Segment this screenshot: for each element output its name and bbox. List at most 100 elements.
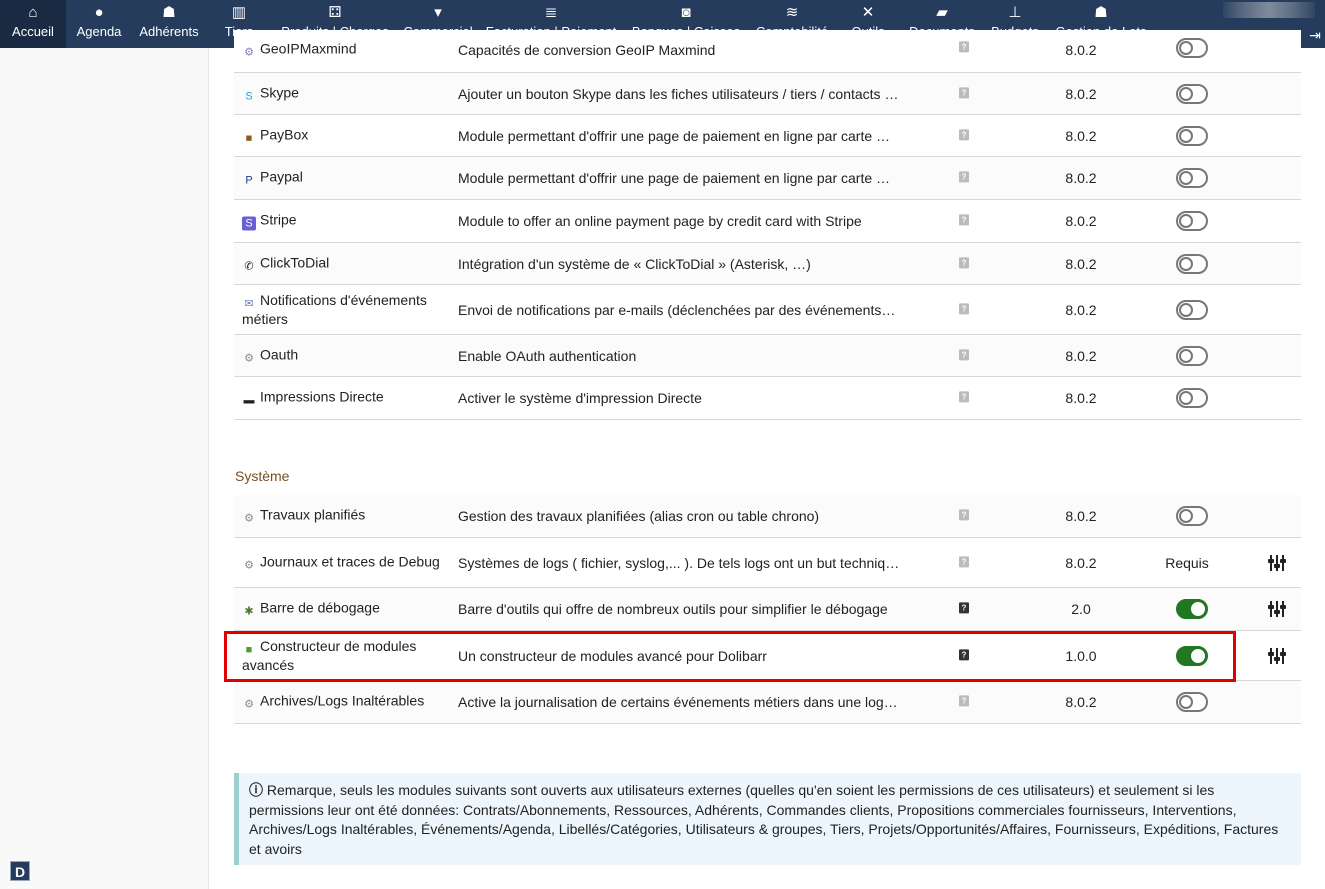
printer-icon: ▬ xyxy=(243,394,255,407)
building-icon: ▥ xyxy=(231,4,247,21)
dolibarr-logo[interactable]: D xyxy=(10,861,30,881)
menu-item-adh-rents[interactable]: ☗ Adhérents xyxy=(132,0,206,48)
home-icon: ⌂ xyxy=(28,4,38,21)
module-toggle[interactable] xyxy=(1176,345,1208,366)
safe-icon: ◙ xyxy=(681,4,691,21)
module-version: 1.0.0 xyxy=(1065,647,1097,664)
module-name: ⚙ GeoIPMaxmind xyxy=(242,41,442,60)
module-row: ■ PayBox Module permettant d'offrir une pa… xyxy=(234,115,1301,157)
module-name: ✉ Notifications d'événements métiers xyxy=(242,291,427,327)
help-icon[interactable]: ? xyxy=(959,256,969,268)
module-name: ⚙ Oauth xyxy=(242,346,442,365)
module-description: Barre d'outils qui offre de nombreux out… xyxy=(458,601,888,617)
module-row: ⚙ Archives/Logs Inaltérables Active la jou… xyxy=(234,681,1301,724)
module-row: S Skype Ajouter un bouton Skype dans les f… xyxy=(234,73,1301,115)
gear-icon: ⚙ xyxy=(244,512,254,525)
help-icon[interactable]: ? xyxy=(959,555,969,567)
module-version: 8.0.2 xyxy=(1065,170,1097,186)
module-name: ✱ Barre de débogage xyxy=(242,600,442,619)
setup-icon[interactable] xyxy=(1268,554,1286,571)
module-toggle[interactable] xyxy=(1176,692,1208,712)
module-row-partial: ⚙ GeoIPMaxmind Capacités de conversion Ge… xyxy=(234,30,1301,73)
module-row: ⚙ Travaux planifiés Gestion des travaux pl… xyxy=(234,495,1301,538)
members-icon: ☗ xyxy=(162,4,176,21)
setup-icon[interactable] xyxy=(1268,647,1286,664)
module-toggle[interactable] xyxy=(1176,299,1208,320)
module-name: ⚙ Travaux planifiés xyxy=(242,507,442,526)
logout-icon[interactable]: ⇥ xyxy=(1306,26,1324,44)
module-description: Enable OAuth authentication xyxy=(458,347,637,364)
module-version: 8.0.2 xyxy=(1065,390,1097,406)
module-row: ⚙ Journaux et traces de Debug Systèmes de … xyxy=(234,538,1301,588)
info-note: ⓘ Remarque, seuls les modules suivants s… xyxy=(234,773,1301,865)
sitemap-icon: ⊥ xyxy=(1008,4,1022,21)
module-version: 8.0.2 xyxy=(1065,508,1097,524)
module-toggle[interactable] xyxy=(1176,645,1208,666)
module-version: 8.0.2 xyxy=(1065,42,1097,58)
help-icon[interactable]: ? xyxy=(959,695,969,707)
module-toggle[interactable] xyxy=(1176,253,1208,274)
module-toggle[interactable] xyxy=(1176,83,1208,104)
help-icon[interactable]: ? xyxy=(959,648,969,660)
left-sidebar: D xyxy=(0,48,209,889)
money-icon: ≣ xyxy=(544,4,558,21)
help-icon[interactable]: ? xyxy=(959,41,969,53)
module-version: 8.0.2 xyxy=(1065,213,1097,229)
skype-icon: S xyxy=(245,90,253,102)
module-description: Module permettant d'offrir une page de p… xyxy=(458,127,891,144)
module-toggle[interactable] xyxy=(1176,599,1208,619)
tools-icon: ✕ xyxy=(861,4,875,21)
menu-item-agenda[interactable]: ● Agenda xyxy=(66,0,132,48)
module-row: ✉ Notifications d'événements métiers Envoi… xyxy=(234,285,1301,335)
setup-icon[interactable] xyxy=(1268,601,1286,617)
help-icon[interactable]: ? xyxy=(959,391,969,403)
notification-icon: ✉ xyxy=(244,297,254,310)
module-toggle[interactable] xyxy=(1176,168,1208,188)
stripe-icon: S xyxy=(242,216,256,231)
help-icon[interactable]: ? xyxy=(959,86,969,98)
module-row: P Paypal Module permettant d'offrir une pa… xyxy=(234,157,1301,200)
module-name: ⚙ Archives/Logs Inaltérables xyxy=(242,693,442,712)
user-name-blurred[interactable] xyxy=(1223,2,1315,18)
required-label: Requis xyxy=(1165,554,1209,571)
module-toggle[interactable] xyxy=(1176,211,1208,231)
help-icon[interactable]: ? xyxy=(959,509,969,521)
cube-icon: ■ xyxy=(245,643,253,656)
help-icon[interactable]: ? xyxy=(959,602,969,614)
phone-icon: ✆ xyxy=(244,260,254,272)
module-version: 8.0.2 xyxy=(1065,127,1097,144)
module-description: Capacités de conversion GeoIP Maxmind xyxy=(458,42,716,58)
module-description: Gestion des travaux planifiées (alias cr… xyxy=(458,508,820,524)
module-toggle[interactable] xyxy=(1176,506,1208,526)
folder-icon: ▰ xyxy=(936,4,948,21)
module-name: ■ Constructeur de modules avancés xyxy=(242,637,417,673)
module-description: Activer le système d'impression Directe xyxy=(458,390,702,406)
module-description: Systèmes de logs ( fichier, syslog,... )… xyxy=(458,554,900,571)
module-version: 8.0.2 xyxy=(1065,255,1097,272)
menu-label: Agenda xyxy=(76,24,122,39)
module-version: 8.0.2 xyxy=(1065,347,1097,364)
tie-icon: ▾ xyxy=(434,4,442,21)
module-toggle[interactable] xyxy=(1176,388,1208,408)
module-row: S Stripe Module to offer an online payment… xyxy=(234,200,1301,243)
help-icon[interactable]: ? xyxy=(959,171,969,183)
module-version: 8.0.2 xyxy=(1065,694,1097,710)
geoip-icon: ⚙ xyxy=(244,46,254,59)
help-icon[interactable]: ? xyxy=(959,302,969,314)
gear-icon: ⚙ xyxy=(244,352,254,364)
module-name: P Paypal xyxy=(242,169,442,188)
menu-item-accueil[interactable]: ⌂ Accueil xyxy=(0,0,66,48)
module-name: ▬ Impressions Directe xyxy=(243,388,384,407)
module-version: 8.0.2 xyxy=(1065,301,1097,318)
module-toggle[interactable] xyxy=(1176,38,1208,58)
section-title-systeme: Système xyxy=(235,468,290,484)
module-version: 8.0.2 xyxy=(1065,554,1097,571)
module-version: 8.0.2 xyxy=(1065,85,1097,102)
gear-icon: ⚙ xyxy=(244,698,254,711)
module-toggle[interactable] xyxy=(1176,125,1208,146)
bug-icon: ✱ xyxy=(244,605,254,618)
help-icon[interactable]: ? xyxy=(959,348,969,360)
help-icon[interactable]: ? xyxy=(959,128,969,140)
module-name: ■ PayBox xyxy=(242,126,442,145)
help-icon[interactable]: ? xyxy=(959,214,969,226)
